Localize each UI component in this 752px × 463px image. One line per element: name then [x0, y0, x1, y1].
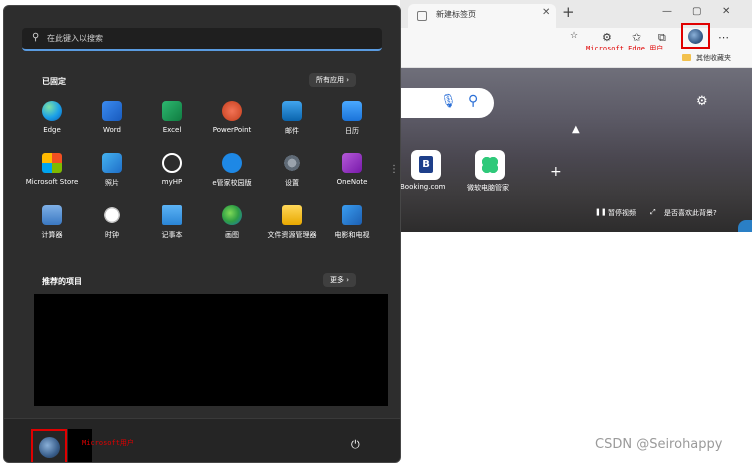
other-favorites[interactable]: 其他收藏夹: [696, 53, 731, 63]
powerpoint-icon: [222, 101, 242, 121]
user-annotation: Microsoft用户: [82, 439, 134, 447]
pc-manager-icon: [482, 157, 498, 173]
pinned-app[interactable]: OneNote: [322, 153, 382, 197]
quick-link-label: Booking.com: [400, 183, 446, 191]
minimize-icon[interactable]: —: [662, 6, 672, 17]
web-search-box[interactable]: 🎙 ⚲: [400, 88, 494, 118]
watermark: CSDN @Seirohappy: [595, 437, 723, 452]
excel-icon: [162, 101, 182, 121]
page-icon: [417, 11, 427, 21]
calculator-icon: [42, 205, 62, 225]
close-window-icon[interactable]: ✕: [722, 6, 730, 17]
edge-window: 新建标签页 ✕ + — ▢ ✕ ☆ ⚙ ✩ ⧉ ⋯ Microsoft Edge…: [400, 0, 752, 232]
pinned-app[interactable]: myHP: [142, 153, 202, 197]
pinned-app[interactable]: 设置: [262, 153, 322, 197]
pinned-app[interactable]: e管家校园版: [202, 153, 262, 197]
extensions-icon[interactable]: ⚙: [602, 31, 612, 44]
start-menu: ⚲ 在此键入以搜索 已固定 所有应用 › Edge Word Excel PowerP…: [3, 5, 401, 463]
settings-icon: [282, 153, 302, 173]
pinned-app[interactable]: 画图: [202, 205, 262, 249]
recommended-heading: 推荐的项目: [42, 277, 82, 286]
pinned-app[interactable]: 电影和电视: [322, 205, 382, 249]
pinned-app[interactable]: 文件资源管理器: [262, 205, 322, 249]
booking-icon: B: [419, 156, 433, 173]
pinned-heading: 已固定: [42, 77, 66, 86]
word-icon: [102, 101, 122, 121]
all-apps-button[interactable]: 所有应用 ›: [309, 73, 357, 87]
search-icon[interactable]: ⚲: [468, 93, 478, 109]
pinned-app[interactable]: 照片: [82, 153, 142, 197]
start-footer: Microsoft用户 ⏻: [4, 418, 400, 462]
profile-button[interactable]: [681, 23, 710, 49]
onenote-icon: [342, 153, 362, 173]
new-tab-button[interactable]: +: [562, 3, 575, 21]
photos-icon: [102, 153, 122, 173]
pinned-app-label: OneNote: [336, 178, 368, 186]
search-icon: ⚲: [32, 32, 40, 43]
pinned-app[interactable]: Microsoft Store: [22, 153, 82, 197]
pinned-app[interactable]: 日历: [322, 101, 382, 145]
close-tab-icon[interactable]: ✕: [542, 7, 550, 18]
pinned-app[interactable]: Edge: [22, 101, 82, 145]
folder-icon: [282, 205, 302, 225]
e-manager-icon: [222, 153, 242, 173]
expand-icon[interactable]: ⤢: [650, 208, 656, 217]
more-button[interactable]: 更多 ›: [323, 273, 357, 287]
recommended-items: [34, 294, 388, 406]
store-icon: [42, 153, 62, 173]
pause-icon[interactable]: ❚❚: [595, 208, 607, 216]
background-feedback-link[interactable]: 是否喜欢此背景?: [664, 208, 717, 218]
avatar: [39, 437, 60, 458]
page-indicator-icon[interactable]: ⋮: [389, 164, 399, 175]
hp-icon: [162, 153, 182, 173]
all-apps-label: 所有应用: [316, 76, 344, 84]
avatar: [688, 29, 703, 44]
quick-link-booking[interactable]: B: [411, 150, 441, 180]
favorite-add-icon[interactable]: ☆: [570, 31, 578, 41]
pinned-app[interactable]: PowerPoint: [202, 101, 262, 145]
favorites-bar: 其他收藏夹: [400, 50, 752, 68]
pinned-app[interactable]: 计算器: [22, 205, 82, 249]
folder-icon: [682, 54, 691, 61]
quick-link-label: 微软电脑管家: [467, 184, 509, 192]
search-placeholder: 在此键入以搜索: [47, 34, 103, 43]
tab-title: 新建标签页: [436, 10, 476, 19]
pinned-app[interactable]: Excel: [142, 101, 202, 145]
more-label: 更多: [330, 276, 344, 284]
collections-icon[interactable]: ⧉: [658, 31, 666, 45]
notepad-icon: [162, 205, 182, 225]
add-shortcut-icon[interactable]: +: [550, 164, 562, 180]
pinned-app-label: 电影和电视: [334, 231, 370, 239]
calendar-icon: [342, 101, 362, 121]
pinned-app-label: 日历: [345, 127, 359, 135]
paint-icon: [222, 205, 242, 225]
tab-new-tab[interactable]: 新建标签页 ✕: [408, 4, 556, 28]
pinned-app[interactable]: Word: [82, 101, 142, 145]
pause-video-link[interactable]: 暂停视频: [608, 208, 636, 218]
restore-icon[interactable]: ▢: [692, 6, 701, 17]
favorites-icon[interactable]: ✩: [632, 31, 641, 44]
more-menu-icon[interactable]: ⋯: [718, 31, 729, 44]
edge-icon: [42, 101, 62, 121]
new-tab-page: 🎙 ⚲ ⚙ ▲ B Booking.com 微软电脑管家 + ❚❚ 暂停视频 ⤢…: [400, 68, 752, 232]
pinned-app[interactable]: 记事本: [142, 205, 202, 249]
screenshot-root: 新建标签页 ✕ + — ▢ ✕ ☆ ⚙ ✩ ⧉ ⋯ Microsoft Edge…: [0, 0, 752, 463]
clock-icon: [102, 205, 122, 225]
pinned-app[interactable]: 时钟: [82, 205, 142, 249]
sidebar-toggle[interactable]: [738, 220, 752, 232]
pinned-app[interactable]: 邮件: [262, 101, 322, 145]
search-input[interactable]: ⚲ 在此键入以搜索: [22, 28, 382, 51]
user-account-button[interactable]: [31, 429, 67, 462]
gear-icon[interactable]: ⚙: [696, 94, 708, 109]
movies-icon: [342, 205, 362, 225]
chevron-up-icon[interactable]: ▲: [572, 124, 580, 135]
microphone-icon[interactable]: 🎙: [440, 94, 457, 109]
power-icon[interactable]: ⏻: [351, 438, 360, 452]
quick-link-pc-manager[interactable]: [475, 150, 505, 180]
mail-icon: [282, 101, 302, 121]
